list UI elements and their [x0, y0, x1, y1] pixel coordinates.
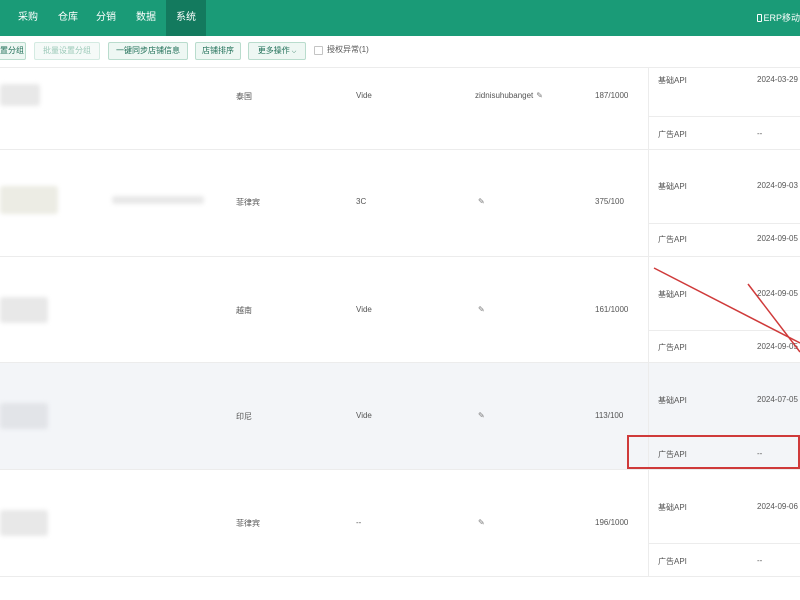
api-type-cell: 广告API [658, 557, 687, 566]
account-cell: zidnisuhubanget ✎ [475, 91, 543, 100]
more-actions-label: 更多操作 [257, 46, 290, 55]
account-cell: ✎ [475, 518, 485, 527]
nav-data[interactable]: 数据 [128, 0, 164, 36]
api-date-cell: 2024-09-03 [757, 181, 798, 190]
divider [648, 116, 800, 117]
blurred-shop-name [0, 297, 48, 323]
more-actions-button[interactable]: 更多操作 ⌵ [248, 42, 306, 60]
toolbar: 置分组 批量设置分组 一键同步店铺信息 店铺排序 更多操作 ⌵ 授权异常(1) [0, 36, 800, 68]
top-nav: 采购 仓库 分销 数据 系统 ERP移动 [0, 0, 800, 36]
divider [648, 257, 649, 363]
set-group-button[interactable]: 置分组 [0, 42, 26, 60]
category-cell: -- [356, 518, 362, 527]
nav-warehouse[interactable]: 仓库 [50, 0, 86, 36]
api-type-cell: 广告API [658, 235, 687, 244]
api-type-cell: 广告API [658, 343, 687, 352]
annotation-highlight-box [627, 435, 800, 469]
blurred-shop-name [0, 84, 40, 106]
edit-icon[interactable]: ✎ [478, 518, 485, 527]
api-date-cell: 2024-09-05 [757, 289, 798, 298]
chevron-down-icon: ⌵ [291, 49, 297, 55]
edit-icon[interactable]: ✎ [478, 305, 485, 314]
batch-set-group-button[interactable]: 批量设置分组 [34, 42, 100, 60]
edit-icon[interactable]: ✎ [536, 91, 543, 100]
country-cell: 菲律宾 [236, 519, 260, 528]
api-type-cell: 基础API [658, 396, 687, 405]
divider [648, 470, 649, 577]
divider [648, 223, 800, 224]
api-type-cell: 基础API [658, 290, 687, 299]
api-date-cell: -- [757, 556, 763, 565]
erp-mobile-link[interactable]: ERP移动 [757, 0, 800, 36]
api-date-cell: 2024-09-05 [757, 234, 798, 243]
blurred-shop-id [112, 196, 204, 204]
country-cell: 菲律宾 [236, 198, 260, 207]
quota-cell: 196/1000 [595, 518, 629, 527]
account-cell: ✎ [475, 197, 485, 206]
category-cell: Vide [356, 305, 372, 314]
country-cell: 泰国 [236, 92, 252, 101]
api-date-cell: 2024-07-05 [757, 395, 798, 404]
nav-system[interactable]: 系统 [166, 0, 206, 36]
api-date-cell: 2024-09-06 [757, 502, 798, 511]
blurred-shop-name [0, 186, 58, 214]
phone-icon [757, 14, 763, 22]
api-type-cell: 基础API [658, 182, 687, 191]
table-row[interactable]: 菲律宾 3C ✎ 375/100 基础API 2024-09-03 广告API … [0, 150, 800, 257]
divider [648, 150, 649, 257]
sync-shop-info-button[interactable]: 一键同步店铺信息 [108, 42, 188, 60]
category-cell: Vide [356, 411, 372, 420]
api-date-cell: 2024-09-05 [757, 342, 798, 351]
api-type-cell: 基础API [658, 503, 687, 512]
table-row[interactable]: 菲律宾 -- ✎ 196/1000 基础API 2024-09-06 广告API… [0, 470, 800, 577]
account-text: zidnisuhubanget [475, 91, 534, 100]
divider [648, 543, 800, 544]
blurred-shop-name [0, 510, 48, 536]
table-row[interactable]: 越南 Vide ✎ 161/1000 基础API 2024-09-05 广告AP… [0, 257, 800, 363]
quota-cell: 113/100 [595, 411, 624, 420]
erp-mobile-label: ERP移动 [763, 13, 800, 23]
api-date-cell: 2024-03-29 [757, 75, 798, 84]
nav-distribution[interactable]: 分销 [88, 0, 124, 36]
country-cell: 印尼 [236, 412, 252, 421]
country-cell: 越南 [236, 306, 252, 315]
account-cell: ✎ [475, 305, 485, 314]
quota-cell: 187/1000 [595, 91, 629, 100]
auth-error-checkbox[interactable] [314, 46, 323, 55]
auth-error-label: 授权异常(1) [327, 45, 369, 54]
shop-sort-button[interactable]: 店铺排序 [195, 42, 241, 60]
api-date-cell: -- [757, 129, 763, 138]
category-cell: Vide [356, 91, 372, 100]
quota-cell: 375/100 [595, 197, 624, 206]
blurred-shop-name [0, 403, 48, 429]
account-cell: ✎ [475, 411, 485, 420]
edit-icon[interactable]: ✎ [478, 197, 485, 206]
api-type-cell: 广告API [658, 130, 687, 139]
divider [648, 330, 800, 331]
table-row[interactable]: 泰国 Vide zidnisuhubanget ✎ 187/1000 基础API … [0, 68, 800, 150]
divider [648, 68, 649, 150]
api-type-cell: 基础API [658, 76, 687, 85]
nav-purchase[interactable]: 采购 [10, 0, 46, 36]
quota-cell: 161/1000 [595, 305, 629, 314]
edit-icon[interactable]: ✎ [478, 411, 485, 420]
category-cell: 3C [356, 197, 367, 206]
